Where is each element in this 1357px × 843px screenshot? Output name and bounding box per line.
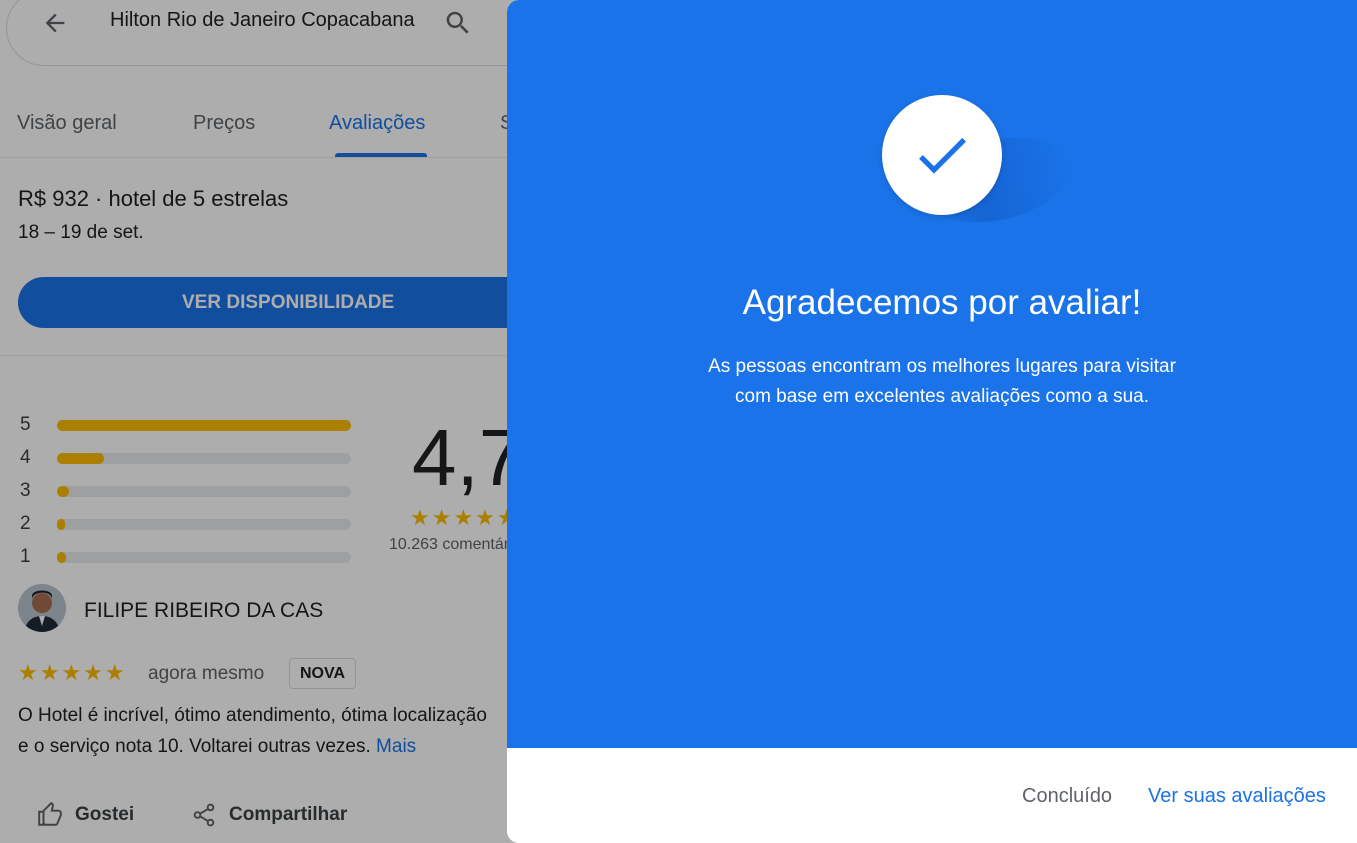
dialog-message-line: As pessoas encontram os melhores lugares… <box>708 356 1176 377</box>
view-reviews-button[interactable]: Ver suas avaliações <box>1148 785 1326 808</box>
success-badge <box>882 95 1002 215</box>
dialog-hero: Agradecemos por avaliar! As pessoas enco… <box>507 0 1357 748</box>
dialog-footer: Concluído Ver suas avaliações <box>507 748 1357 843</box>
check-icon <box>919 137 966 174</box>
dialog-title: Agradecemos por avaliar! <box>742 283 1142 322</box>
dialog-message: As pessoas encontram os melhores lugares… <box>507 352 1357 412</box>
thanks-dialog: Agradecemos por avaliar! As pessoas enco… <box>507 0 1357 843</box>
dialog-message-line: com base em excelentes avaliações como a… <box>735 386 1149 407</box>
done-button[interactable]: Concluído <box>1022 785 1112 808</box>
